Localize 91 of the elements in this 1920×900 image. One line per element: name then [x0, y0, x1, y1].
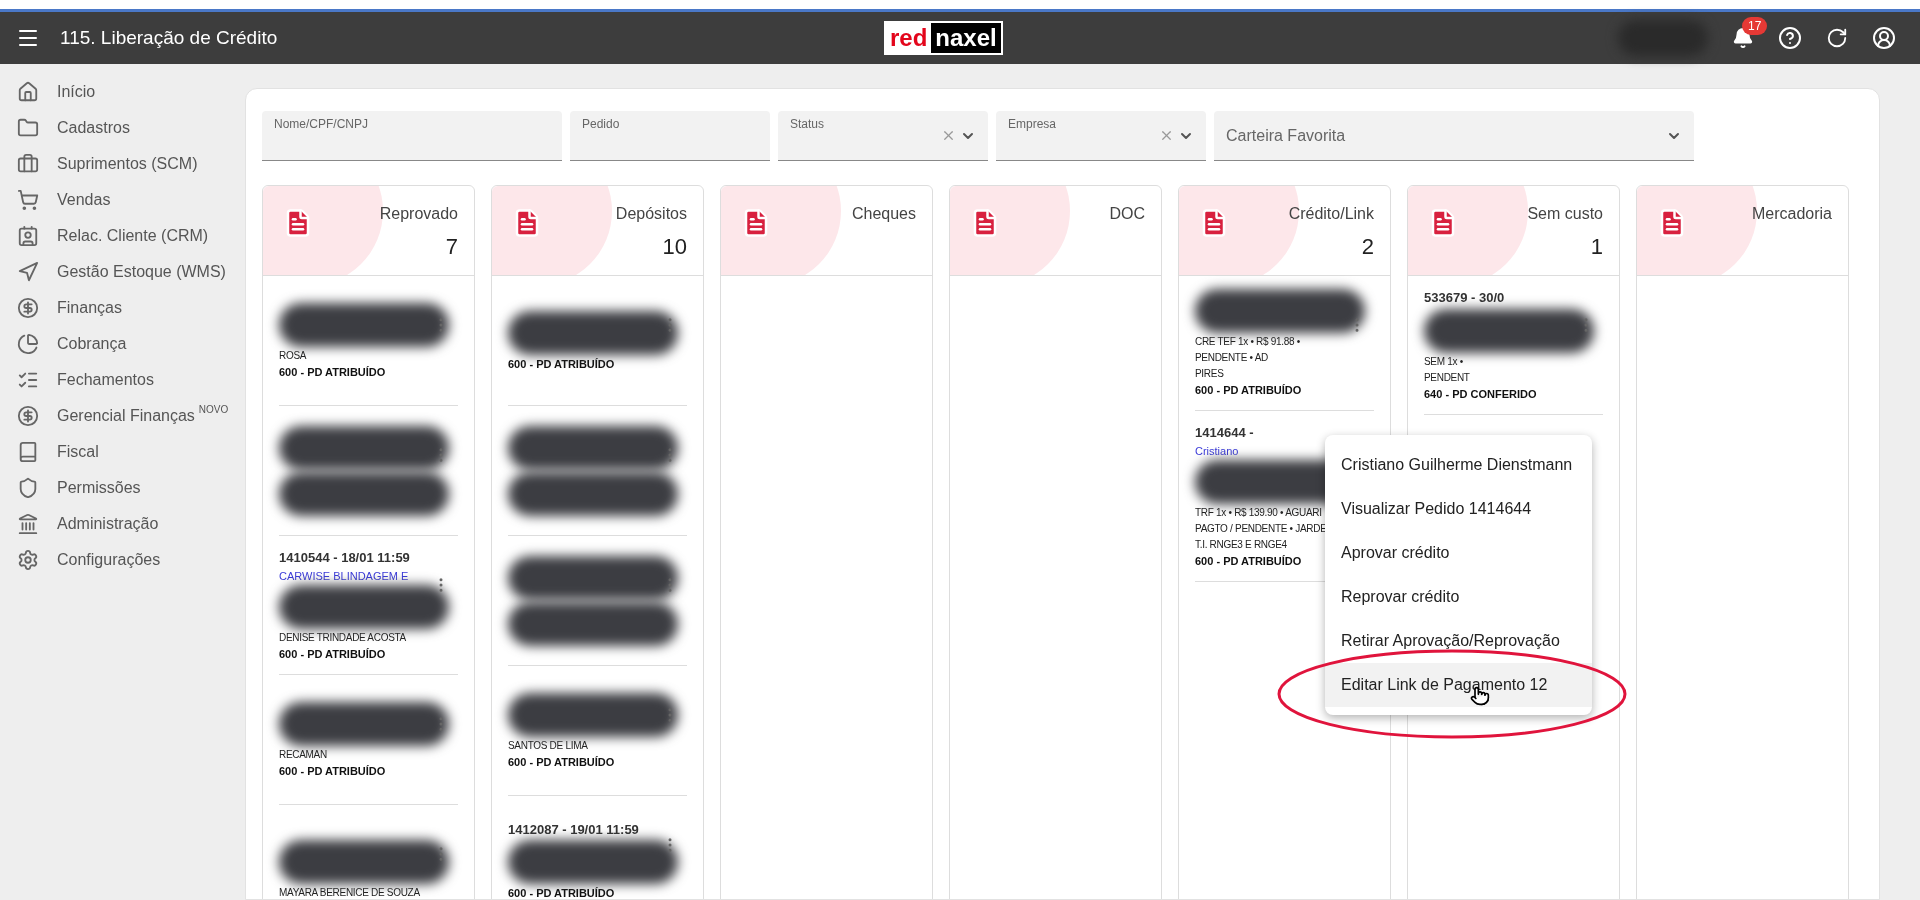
settings-icon	[17, 549, 39, 571]
sidebar-item[interactable]: Suprimentos (SCM)	[0, 146, 245, 182]
sidebar-item[interactable]: Permissões	[0, 470, 245, 506]
field-label: Pedido	[582, 116, 620, 133]
new-label: NOVO	[198, 404, 229, 416]
folder-icon	[17, 117, 39, 139]
help-icon[interactable]	[1778, 26, 1802, 50]
order-detail: CRE TEF 1x • R$ 91.88 •	[1195, 335, 1300, 349]
column-count: 7	[445, 233, 458, 261]
column-count: 2	[1361, 233, 1374, 261]
field-placeholder: Carteira Favorita	[1226, 125, 1346, 146]
bank-icon	[17, 513, 39, 535]
order-status: 600 - PD ATRIBUÍDO	[508, 886, 615, 899]
filter-field[interactable]: Nome/CPF/CNPJ	[262, 111, 562, 161]
clear-icon[interactable]	[1159, 128, 1174, 143]
order-detail: MAYARA BERENICE DE SOUZA	[279, 885, 420, 899]
sidebar-item[interactable]: Administração	[0, 506, 245, 542]
contact-card-icon	[17, 225, 39, 247]
order-detail: PAGTO / PENDENTE • JARDE	[1195, 522, 1327, 536]
order-status: 600 - PD ATRIBUÍDO	[508, 356, 615, 372]
diamond-arrow-icon	[17, 261, 39, 283]
book-icon	[17, 441, 39, 463]
dollar-icon	[17, 297, 39, 319]
client-link[interactable]: Cristiano	[1195, 442, 1239, 459]
sidebar-item[interactable]: Gerencial Finanças NOVO	[0, 398, 245, 434]
column-count: 1	[1590, 233, 1603, 261]
order-title: 1412087 - 19/01 11:59	[508, 820, 639, 839]
filter-field[interactable]: Status	[778, 111, 988, 161]
order-detail: SEM 1x •	[1424, 354, 1463, 369]
column-title: Mercadoria	[1751, 204, 1832, 224]
sidebar-item[interactable]: Cobrança	[0, 326, 245, 362]
menu-item[interactable]: Retirar Aprovação/Reprovação	[1325, 619, 1592, 663]
client-link[interactable]: CARWISE BLINDAGEM E	[279, 567, 409, 584]
order-status: 600 - PD ATRIBUÍDO	[508, 754, 615, 770]
order-detail: RECAMAN	[279, 747, 327, 762]
column-title: Reprovado	[379, 204, 458, 224]
field-label: Nome/CPF/CNPJ	[274, 116, 368, 133]
field-label: Empresa	[1008, 116, 1057, 133]
shield-icon	[17, 477, 39, 499]
home-icon	[17, 81, 39, 103]
cart-icon	[17, 189, 39, 211]
menu-item[interactable]: Editar Link de Pagamento 12	[1325, 663, 1592, 707]
field-label: Status	[790, 116, 825, 133]
column-title: Depósitos	[615, 204, 687, 224]
column-count: 10	[662, 233, 687, 261]
menu-item[interactable]: Aprovar crédito	[1325, 531, 1592, 575]
sidebar-item[interactable]: Gestão Estoque (WMS)	[0, 254, 245, 290]
sidebar-item[interactable]: Relac. Cliente (CRM)	[0, 218, 245, 254]
column-title: Crédito/Link	[1288, 204, 1374, 224]
menu-item[interactable]: Visualizar Pedido 1414644	[1325, 487, 1592, 531]
filter-field[interactable]: Pedido	[570, 111, 770, 161]
briefcase-icon	[17, 153, 39, 175]
order-detail: TRF 1x • R$ 139.90 • AGUARI	[1195, 506, 1322, 520]
order-detail: DENISE TRINDADE ACOSTA	[279, 631, 406, 645]
clear-icon[interactable]	[941, 128, 956, 143]
logo: red naxel	[884, 21, 1003, 55]
sidebar-item[interactable]: Fechamentos	[0, 362, 245, 398]
column-title: Cheques	[851, 204, 916, 224]
column-title: DOC	[1109, 204, 1145, 224]
dollar-icon	[17, 405, 39, 427]
order-status: 600 - PD ATRIBUÍDO	[1195, 383, 1302, 398]
pie-chart-icon	[17, 333, 39, 355]
sidebar-item[interactable]: Início	[0, 74, 245, 110]
order-detail: PENDENT	[1424, 370, 1470, 385]
order-detail: PIRES	[1195, 367, 1224, 381]
refresh-icon[interactable]	[1826, 27, 1848, 49]
order-detail: PENDENTE • AD	[1195, 351, 1268, 365]
order-detail: T.I. RNGE3 E RNGE4	[1195, 538, 1287, 552]
menu-item[interactable]: Reprovar crédito	[1325, 575, 1592, 619]
order-status: 600 - PD ATRIBUÍDO	[279, 647, 386, 662]
sidebar-item[interactable]: Vendas	[0, 182, 245, 218]
sidebar-item[interactable]: Finanças	[0, 290, 245, 326]
order-status: 600 - PD ATRIBUÍDO	[279, 364, 386, 380]
order-title: 1414644 -	[1195, 424, 1254, 442]
page-title: 115. Liberação de Crédito	[60, 25, 278, 50]
order-title: 533679 - 30/0	[1424, 289, 1505, 307]
account-icon[interactable]	[1872, 26, 1896, 50]
column-title: Sem custo	[1527, 204, 1603, 224]
notification-count: 17	[1742, 17, 1768, 35]
order-detail: ROSA	[279, 348, 307, 363]
filter-field[interactable]: Empresa	[996, 111, 1206, 161]
order-status: 600 - PD ATRIBUÍDO	[1195, 554, 1302, 569]
order-status: 640 - PD CONFERIDO	[1424, 386, 1537, 402]
sidebar-item[interactable]: Cadastros	[0, 110, 245, 146]
order-status: 600 - PD ATRIBUÍDO	[279, 763, 386, 779]
order-detail: SANTOS DE LIMA	[508, 738, 588, 753]
sidebar-item[interactable]: Configurações	[0, 542, 245, 578]
sidebar-item[interactable]: Fiscal	[0, 434, 245, 470]
menu-item[interactable]: Cristiano Guilherme Dienstmann	[1325, 443, 1592, 487]
order-title: 1410544 - 18/01 11:59	[279, 549, 410, 567]
filter-field[interactable]: Carteira Favorita	[1214, 111, 1694, 161]
